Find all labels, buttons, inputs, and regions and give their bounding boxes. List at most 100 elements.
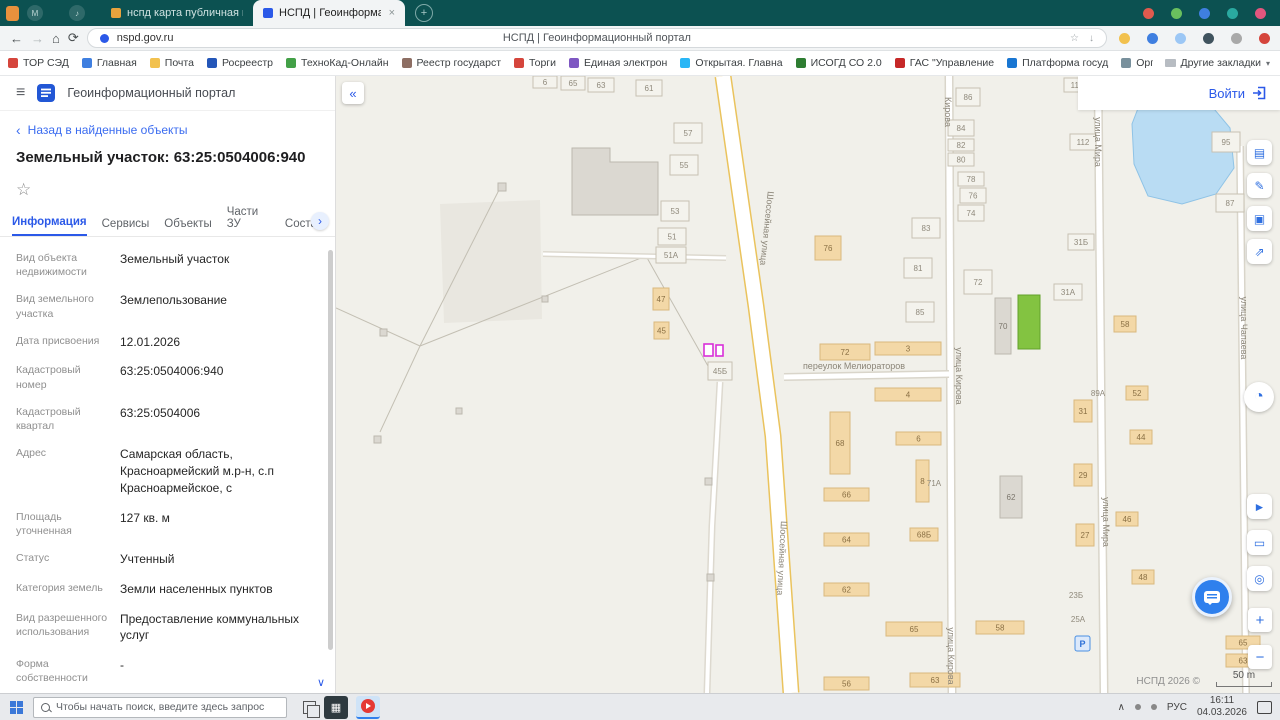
browser-tab[interactable]: НСПД | Геоинформац × xyxy=(253,0,405,26)
language-indicator[interactable]: РУС xyxy=(1167,702,1187,713)
building-gray[interactable] xyxy=(379,328,388,337)
bookmark-item[interactable]: ТехноКад-Онлайн xyxy=(286,57,389,69)
extension-icon[interactable] xyxy=(1199,7,1210,19)
bookmark-item[interactable]: Росреестр xyxy=(206,57,273,69)
browser-tab-bar: M ♪ нспд карта публичная ка НСПД | Геоинфо… xyxy=(0,0,1280,26)
extension-icon[interactable] xyxy=(1143,7,1154,19)
map-tool-pointer-icon[interactable]: ► xyxy=(1247,494,1272,519)
bookmark-item[interactable]: Торги xyxy=(514,57,556,69)
extension-icon[interactable] xyxy=(1255,7,1266,19)
map-tool-layers-icon[interactable]: ▤ xyxy=(1247,140,1272,165)
tray-expand-icon[interactable]: ∧ xyxy=(1118,702,1125,713)
map-tool-panorama-360-icon[interactable]: ◔ xyxy=(1244,382,1274,412)
green-parcel[interactable] xyxy=(1017,294,1041,350)
extension-icon[interactable] xyxy=(1175,32,1186,44)
bookmark-item[interactable]: Реестр государст xyxy=(401,57,501,69)
panel-scrollbar[interactable] xyxy=(328,250,333,650)
forward-icon[interactable]: → xyxy=(31,31,44,46)
building-gray[interactable] xyxy=(541,295,549,303)
favorite-star-icon[interactable]: ☆ xyxy=(16,180,319,200)
selected-parcel[interactable] xyxy=(703,343,714,357)
field-label: Адрес xyxy=(16,447,47,460)
field-label: Кадастровый квартал xyxy=(16,405,81,432)
building-gray[interactable] xyxy=(571,147,659,216)
extension-icon[interactable] xyxy=(1119,32,1130,44)
back-icon[interactable]: ← xyxy=(10,31,23,46)
back-to-results-link[interactable]: ‹ Назад в найденные объекты xyxy=(16,123,319,137)
road-shosseynaya-ulitsa[interactable] xyxy=(716,76,798,693)
building-gray[interactable] xyxy=(704,477,713,486)
home-icon[interactable]: ⌂ xyxy=(52,31,60,46)
parcel-number: 6 xyxy=(543,78,548,87)
tray-icon[interactable] xyxy=(1134,704,1141,710)
pinned-tab-icon-2[interactable]: ♪ xyxy=(69,5,85,21)
taskbar-clock[interactable]: 16:11 04.03.2026 xyxy=(1197,695,1247,719)
map-tool-share-icon[interactable]: ⇗ xyxy=(1247,239,1272,264)
login-button[interactable]: Войти xyxy=(1209,86,1245,101)
pinned-tab-icon-1[interactable]: M xyxy=(27,5,43,21)
bookmark-item[interactable]: Открытая. Главна xyxy=(680,57,783,69)
panel-tab-2[interactable]: Объекты xyxy=(164,218,211,236)
refresh-icon[interactable]: ⟳ xyxy=(68,30,79,46)
panel-tab-1[interactable]: Сервисы xyxy=(102,218,150,236)
road-ulitsa-chapaeva[interactable] xyxy=(1237,145,1249,693)
building-gray[interactable] xyxy=(373,435,382,444)
bookmark-star-icon[interactable]: ☆ xyxy=(1070,33,1079,44)
extension-icon[interactable] xyxy=(1171,7,1182,19)
chat-support-button[interactable] xyxy=(1192,577,1232,617)
scroll-more-icon[interactable]: ∨ xyxy=(317,676,325,689)
bookmark-item[interactable]: ГАС "Управление xyxy=(894,57,994,69)
tab-strip: нспд карта публичная ка НСПД | Геоинформа… xyxy=(101,0,405,26)
bookmark-item[interactable]: Главная xyxy=(81,57,137,69)
extension-icon[interactable] xyxy=(1227,7,1238,19)
new-tab-button[interactable]: + xyxy=(415,4,433,22)
parcel-title: Земельный участок: 63:25:0504006:940 xyxy=(16,149,306,166)
task-view-button[interactable] xyxy=(303,700,320,718)
extension-icon[interactable] xyxy=(1231,32,1242,44)
map-tool-target-icon[interactable]: ◎ xyxy=(1247,566,1272,591)
notification-center-icon[interactable] xyxy=(1257,700,1272,714)
panel-tab-3[interactable]: Части ЗУ xyxy=(227,206,270,236)
cadastral-map[interactable]: 6 65 63 615755535151А45Б7286848280787674838… xyxy=(336,76,1280,693)
browser-app-icon[interactable] xyxy=(6,5,19,21)
building-gray[interactable] xyxy=(706,573,715,582)
building-gray[interactable] xyxy=(455,407,463,415)
taskbar-browser-icon[interactable] xyxy=(356,695,380,719)
map-tool-frame-icon[interactable]: ▭ xyxy=(1247,530,1272,555)
bookmark-item[interactable]: Единая электрон xyxy=(568,57,667,69)
tray-icon[interactable] xyxy=(1150,704,1157,710)
collapse-panel-button[interactable]: « xyxy=(342,82,364,104)
extension-icon[interactable] xyxy=(1259,32,1270,44)
address-bar[interactable]: nspd.gov.ru НСПД | Геоинформационный пор… xyxy=(86,28,1107,48)
zoom-in-button[interactable]: + xyxy=(1248,608,1272,632)
building-gray[interactable] xyxy=(497,182,507,192)
bookmark-item[interactable]: ИСОГД СО 2.0 xyxy=(795,57,882,69)
bookmark-label: Торги xyxy=(529,57,556,69)
building-number: 45 xyxy=(657,327,666,336)
tabs-overflow-button[interactable]: › xyxy=(311,212,329,230)
taskbar-search[interactable]: Чтобы начать поиск, введите здесь запрос xyxy=(33,696,287,718)
street-label: улица Мира xyxy=(1093,117,1103,167)
map-tool-measure-icon[interactable]: ✎ xyxy=(1247,173,1272,198)
road-ulitsa-kirova[interactable] xyxy=(946,76,955,693)
bookmark-item[interactable]: Платформа госуд xyxy=(1007,57,1108,69)
panel-tab-0[interactable]: Информация xyxy=(12,216,87,236)
street-label: улица Кирова xyxy=(954,347,964,404)
taskbar-app-icon[interactable]: ▦ xyxy=(324,695,348,719)
map-canvas[interactable]: 6 65 63 61 57 55 53 51 51А 45Б 72 86 84 82 80 78 76 74 83 8… xyxy=(336,76,1280,693)
bookmark-item[interactable]: ТОР СЭД xyxy=(8,57,69,69)
selected-parcel[interactable] xyxy=(715,344,724,357)
tab-close-icon[interactable]: × xyxy=(389,7,395,19)
start-button[interactable] xyxy=(10,700,16,707)
download-icon[interactable]: ↓ xyxy=(1089,33,1094,44)
browser-tab[interactable]: нспд карта публичная ка xyxy=(101,0,253,26)
zoom-out-button[interactable]: − xyxy=(1248,645,1272,669)
road-pereulok-melioratorov[interactable] xyxy=(783,371,950,380)
bookmark-item[interactable]: Почта xyxy=(149,57,194,69)
map-tool-identify-icon[interactable]: ▣ xyxy=(1247,206,1272,231)
bookmark-favicon xyxy=(81,58,92,68)
extension-icon[interactable] xyxy=(1203,32,1214,44)
extension-icon[interactable] xyxy=(1147,32,1158,44)
other-bookmarks-button[interactable]: Другие закладки ▾ xyxy=(1164,57,1270,69)
hamburger-menu-icon[interactable]: ≡ xyxy=(16,84,25,102)
